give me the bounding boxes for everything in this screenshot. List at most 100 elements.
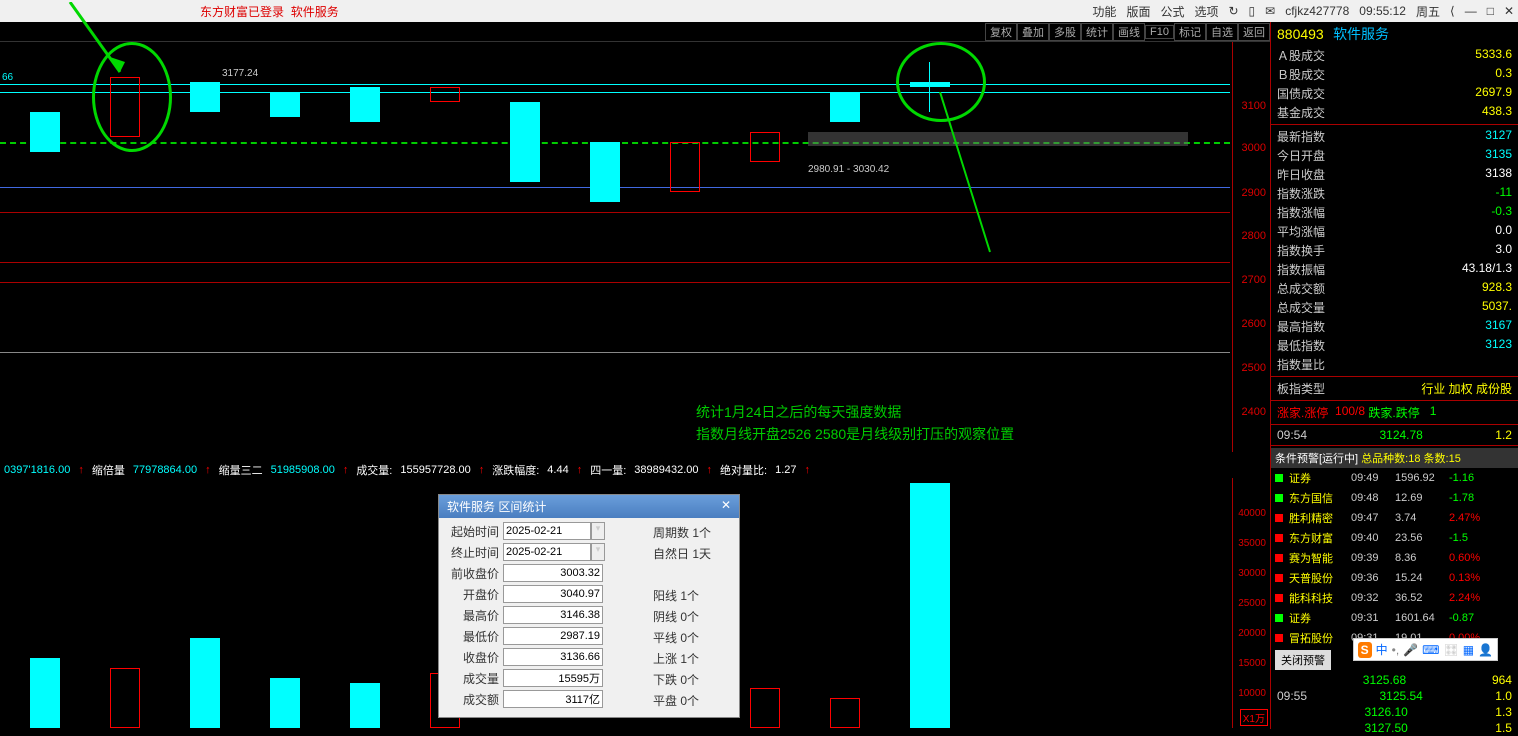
vol-bar	[350, 683, 380, 728]
ime-s-icon[interactable]: S	[1358, 642, 1372, 658]
tick-row: 09:553125.541.0	[1271, 688, 1518, 704]
value-input[interactable]	[503, 585, 603, 603]
annotation-1: 统计1月24日之后的每天强度数据	[696, 402, 901, 422]
tick-row: 09:54 3124.78 1.2	[1271, 427, 1518, 443]
tb-mark[interactable]: 标记	[1174, 23, 1206, 41]
y-axis: 3100 3000 2900 2800 2700 2600 2500 2400	[1232, 42, 1270, 452]
refresh-icon[interactable]: ↻	[1228, 4, 1238, 18]
y-tick: 2800	[1242, 230, 1266, 242]
tb-fuquan[interactable]: 复权	[985, 23, 1017, 41]
value-input[interactable]	[503, 648, 603, 666]
dropdown-icon[interactable]: ▾	[591, 543, 605, 561]
sidebar-data-row: 平均涨幅0.0	[1271, 222, 1518, 241]
tb-multi[interactable]: 多股	[1049, 23, 1081, 41]
alert-row[interactable]: 证券09:311601.64-0.87	[1271, 608, 1518, 628]
sidebar-data-row: 总成交额928.3	[1271, 279, 1518, 298]
phone-icon[interactable]: ▯	[1249, 4, 1256, 18]
ime-user-icon[interactable]: 👤	[1478, 643, 1493, 657]
dialog-info-text: 周期数 1个	[653, 524, 735, 545]
back-icon[interactable]: ⟨	[1450, 4, 1455, 18]
value-input[interactable]	[503, 627, 603, 645]
candle	[190, 82, 220, 112]
stock-code: 880493	[1277, 26, 1324, 42]
login-status: 东方财富已登录 软件服务	[200, 3, 339, 20]
vol-bar	[830, 698, 860, 728]
rise-fall-row: 涨家.涨停 100/8 跌家.跌停 1	[1271, 403, 1518, 422]
date-input[interactable]	[503, 522, 591, 540]
y-tick: 2900	[1242, 187, 1266, 199]
dialog-close-icon[interactable]: ✕	[721, 498, 731, 515]
menu-formula[interactable]: 公式	[1160, 3, 1184, 20]
ime-mic-icon[interactable]: 🎤	[1403, 643, 1418, 657]
candle	[590, 142, 620, 202]
ime-grid-icon[interactable]: ▦	[1463, 643, 1474, 657]
sidebar-data-row: 指数量比	[1271, 355, 1518, 374]
alert-row[interactable]: 赛为智能09:398.360.60%	[1271, 548, 1518, 568]
date-input[interactable]	[503, 543, 591, 561]
tb-stats[interactable]: 统计	[1081, 23, 1113, 41]
sidebar-data-row: 指数振幅43.18/1.3	[1271, 260, 1518, 279]
sidebar-data-row: 指数涨跌-11	[1271, 184, 1518, 203]
tick-row: 3125.68964	[1271, 672, 1518, 688]
close-icon[interactable]: ✕	[1504, 4, 1514, 18]
mail-icon[interactable]: ✉	[1265, 4, 1275, 18]
alert-row[interactable]: 东方国信09:4812.69-1.78	[1271, 488, 1518, 508]
range-stats-dialog[interactable]: 软件服务 区间统计 ✕ 起始时间▾终止时间▾前收盘价开盘价最高价最低价收盘价成交…	[438, 494, 740, 718]
candle	[750, 132, 780, 162]
tb-draw[interactable]: 画线	[1113, 23, 1145, 41]
alert-row[interactable]: 东方财富09:4023.56-1.5	[1271, 528, 1518, 548]
tb-f10[interactable]: F10	[1145, 25, 1174, 39]
dialog-info-text: 下跌 0个	[653, 671, 735, 692]
alert-row[interactable]: 胜利精密09:473.742.47%	[1271, 508, 1518, 528]
tb-fav[interactable]: 自选	[1206, 23, 1238, 41]
sidebar-data-row: 国债成交2697.9	[1271, 84, 1518, 103]
dialog-titlebar[interactable]: 软件服务 区间统计 ✕	[439, 495, 739, 518]
dialog-info-text	[653, 566, 735, 587]
menu-func[interactable]: 功能	[1092, 3, 1116, 20]
dialog-title-text: 软件服务 区间统计	[447, 498, 546, 515]
sidebar-data-row: 最新指数3127	[1271, 127, 1518, 146]
menu-layout[interactable]: 版面	[1126, 3, 1150, 20]
candle	[430, 87, 460, 102]
range-label: 2980.91 - 3030.42	[808, 164, 889, 175]
sidebar-data-row: 今日开盘3135	[1271, 146, 1518, 165]
hline-gray	[0, 352, 1230, 353]
dialog-field-row: 成交量	[443, 669, 645, 687]
candle	[350, 87, 380, 122]
ime-tools-icon[interactable]: 🎛	[1443, 643, 1458, 657]
ime-zhong-icon[interactable]: 中	[1376, 641, 1388, 658]
sidebar-data-row: 最高指数3167	[1271, 317, 1518, 336]
tb-return[interactable]: 返回	[1238, 23, 1270, 41]
kline-chart[interactable]: 66 3177.24 2980.91 - 3030.42 统计1月24日之后的每…	[0, 42, 1270, 452]
annotation-2: 指数月线开盘2526 2580是月线级别打压的观察位置	[696, 424, 1014, 444]
dialog-info-text: 上涨 1个	[653, 650, 735, 671]
value-input[interactable]	[503, 669, 603, 687]
dropdown-icon[interactable]: ▾	[591, 522, 605, 540]
dialog-field-row: 成交额	[443, 690, 645, 708]
maximize-icon[interactable]: □	[1487, 4, 1494, 18]
ime-kb-icon[interactable]: ⌨	[1422, 643, 1439, 657]
alert-row[interactable]: 能科科技09:3236.522.24%	[1271, 588, 1518, 608]
dialog-info-text: 自然日 1天	[653, 545, 735, 566]
y-tick: 3100	[1242, 100, 1266, 112]
sidebar-data-row: 指数换手3.0	[1271, 241, 1518, 260]
value-input[interactable]	[503, 564, 603, 582]
dialog-info-text: 阳线 1个	[653, 587, 735, 608]
close-alert-button[interactable]: 关闭预警	[1275, 650, 1331, 670]
tb-overlay[interactable]: 叠加	[1017, 23, 1049, 41]
hline-red-1	[0, 212, 1230, 213]
value-input[interactable]	[503, 690, 603, 708]
ime-toolbar[interactable]: S 中 •, 🎤 ⌨ 🎛 ▦ 👤	[1353, 638, 1498, 661]
candle	[30, 112, 60, 152]
alert-header: 条件预警[运行中] 总品种数:18 条数:15	[1271, 448, 1518, 468]
value-input[interactable]	[503, 606, 603, 624]
alert-row[interactable]: 证券09:491596.92-1.16	[1271, 468, 1518, 488]
alert-row[interactable]: 天普股份09:3615.240.13%	[1271, 568, 1518, 588]
sidebar-data-row: 指数涨幅-0.3	[1271, 203, 1518, 222]
stock-name: 软件服务	[1333, 26, 1389, 42]
minimize-icon[interactable]: —	[1465, 4, 1477, 18]
clock: 09:55:12	[1359, 4, 1406, 18]
y-tick: 3000	[1242, 142, 1266, 154]
menu-options[interactable]: 选项	[1194, 3, 1218, 20]
tick-row: 3126.101.3	[1271, 704, 1518, 720]
